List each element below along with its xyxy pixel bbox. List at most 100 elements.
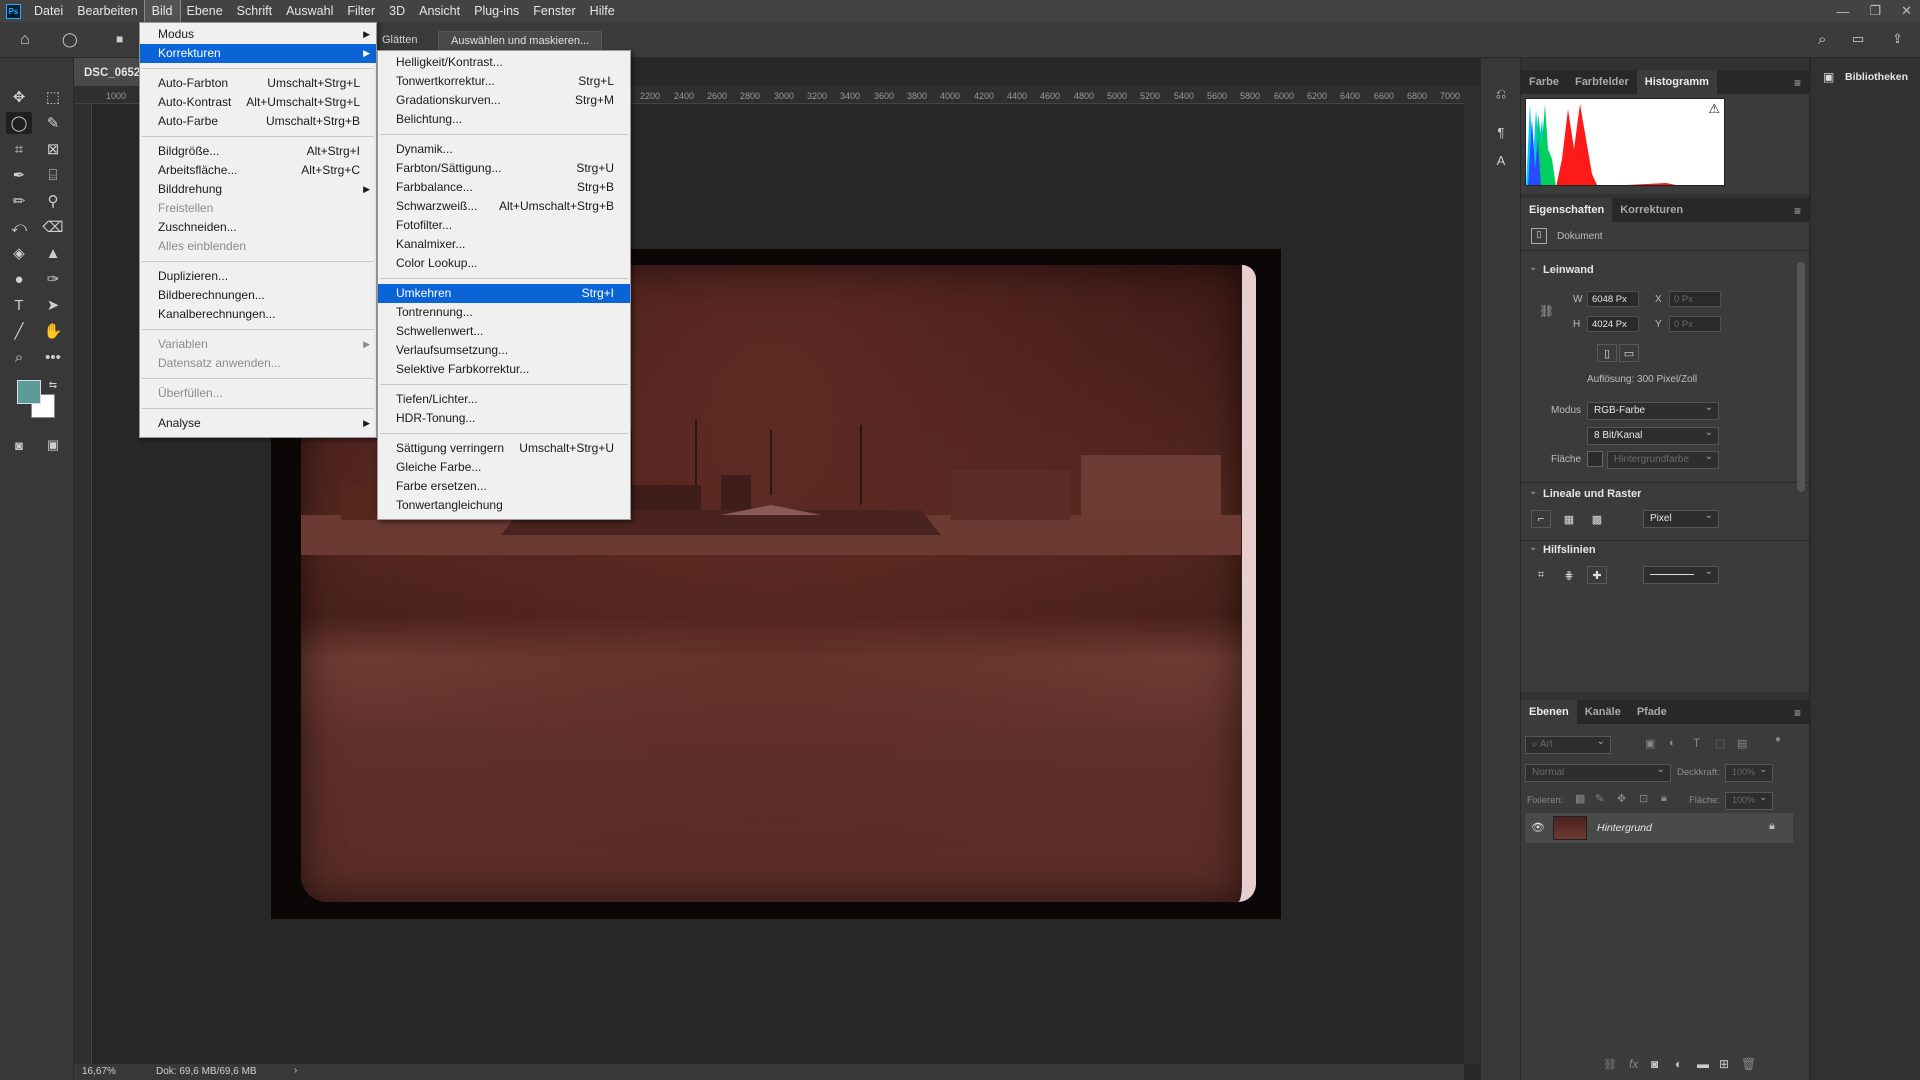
search-icon[interactable]: ⌕ [1818, 31, 1826, 48]
layer-name[interactable]: Hintergrund [1597, 822, 1652, 834]
canvas-section-title[interactable]: Leinwand [1543, 264, 1594, 276]
guides-toggle-icon[interactable]: ⌗ [1531, 566, 1551, 584]
libraries-title[interactable]: Bibliotheken [1845, 71, 1908, 83]
lock-pixels-icon[interactable]: ✎ [1595, 792, 1604, 805]
dodge-tool-icon[interactable]: ● [6, 268, 32, 290]
menu-hilfe[interactable]: Hilfe [583, 0, 622, 22]
histogram-warning-icon[interactable]: ⚠ [1708, 101, 1720, 117]
menu-item-verlaufsumsetzung[interactable]: Verlaufsumsetzung... [378, 341, 630, 360]
chevron-down-icon[interactable]: ⌄ [1529, 486, 1537, 497]
delete-layer-icon[interactable]: 🗑︎ [1741, 1057, 1756, 1071]
menu-3d[interactable]: 3D [382, 0, 412, 22]
quick-mask-icon[interactable]: ◙ [6, 434, 32, 456]
bit-depth-select[interactable]: 8 Bit/Kanal [1587, 427, 1719, 445]
menu-ansicht[interactable]: Ansicht [412, 0, 467, 22]
color-mode-select[interactable]: RGB-Farbe [1587, 402, 1719, 420]
menu-item-farbton-saettigung[interactable]: Farbton/Sättigung... Strg+U [378, 159, 630, 178]
menu-item-auto-farbe[interactable]: Auto-Farbe Umschalt+Strg+B [140, 112, 376, 131]
filter-adjustment-icon[interactable]: ◐ [1669, 737, 1676, 749]
lasso-tool-icon[interactable]: ◯ [6, 112, 32, 134]
eraser-tool-icon[interactable]: ⌫ [40, 216, 66, 238]
new-guide-icon[interactable]: ✚ [1587, 566, 1607, 584]
menu-item-selektive-farbkorrektur[interactable]: Selektive Farbkorrektur... [378, 360, 630, 379]
history-brush-icon[interactable]: ⤺ [6, 216, 32, 238]
brush-tool-icon[interactable]: ✏ [6, 190, 32, 212]
menu-item-analyse[interactable]: Analyse ▶ [140, 414, 376, 433]
panel-menu-icon[interactable]: ≡ [1794, 76, 1801, 90]
menu-filter[interactable]: Filter [340, 0, 382, 22]
more-tools-icon[interactable]: ••• [40, 346, 66, 368]
menu-fenster[interactable]: Fenster [526, 0, 582, 22]
libraries-icon[interactable]: ▣ [1823, 70, 1834, 84]
menu-item-kanalmixer[interactable]: Kanalmixer... [378, 235, 630, 254]
history-panel-icon[interactable]: ⎌ [1491, 84, 1511, 104]
menu-item-fotofilter[interactable]: Fotofilter... [378, 216, 630, 235]
link-layers-icon[interactable]: ⛓ [1603, 1058, 1617, 1071]
menu-item-umkehren[interactable]: Umkehren Strg+I [378, 284, 630, 303]
pen-tool-icon[interactable]: ✑ [40, 268, 66, 290]
menu-schrift[interactable]: Schrift [230, 0, 279, 22]
lock-artboard-icon[interactable]: ⊡ [1639, 792, 1648, 805]
width-field[interactable]: 6048 Px [1587, 291, 1639, 307]
workspace-icon[interactable]: ▭ [1852, 31, 1864, 47]
paragraph-panel-icon[interactable]: ¶ [1491, 122, 1511, 142]
zoom-tool-icon[interactable]: ⌕ [6, 346, 32, 368]
ruler-tool-icon[interactable]: ⌸ [40, 164, 66, 186]
menu-auswahl[interactable]: Auswahl [279, 0, 340, 22]
new-selection-icon[interactable]: ■ [116, 32, 123, 46]
tab-eigenschaften[interactable]: Eigenschaften [1521, 198, 1613, 222]
smooth-label[interactable]: Glätten [382, 34, 417, 46]
fill-color-swatch[interactable] [1587, 451, 1603, 467]
menu-item-bilddrehung[interactable]: Bilddrehung ▶ [140, 180, 376, 199]
menu-item-hdr-tonung[interactable]: HDR-Tonung... [378, 409, 630, 428]
guide-layout-icon[interactable]: ⋕ [1559, 566, 1579, 584]
menu-item-korrekturen[interactable]: Korrekturen ▶ [140, 44, 376, 63]
share-icon[interactable]: ⇪ [1892, 31, 1903, 47]
menu-item-helligkeit-kontrast[interactable]: Helligkeit/Kontrast... [378, 53, 630, 72]
menu-item-bildgroesse[interactable]: Bildgröße... Alt+Strg+I [140, 142, 376, 161]
menu-item-belichtung[interactable]: Belichtung... [378, 110, 630, 129]
eyedropper-icon[interactable]: ✒ [6, 164, 32, 186]
chevron-down-icon[interactable]: ⌄ [1529, 542, 1537, 553]
blend-mode-select[interactable]: Normal [1525, 764, 1671, 782]
frame-tool-icon[interactable]: ⊠ [40, 138, 66, 160]
pixel-grid-toggle-icon[interactable]: ▩ [1587, 510, 1607, 528]
fill-field[interactable]: 100% [1725, 792, 1773, 810]
portrait-orientation-icon[interactable]: ▯ [1597, 344, 1617, 362]
panel-menu-icon[interactable]: ≡ [1794, 204, 1801, 218]
chevron-right-icon[interactable]: › [294, 1065, 297, 1076]
lock-transparent-icon[interactable]: ▩ [1575, 792, 1585, 805]
add-mask-icon[interactable]: ◙ [1651, 1057, 1658, 1071]
sharpen-tool-icon[interactable]: ▲ [40, 242, 66, 264]
layer-filter-select[interactable]: ⌕ Art [1525, 736, 1611, 754]
type-tool-icon[interactable]: T [6, 294, 32, 316]
new-group-icon[interactable]: ▬ [1697, 1057, 1709, 1071]
panel-menu-icon[interactable]: ≡ [1794, 706, 1801, 720]
new-layer-icon[interactable]: ⊞ [1719, 1057, 1729, 1071]
guide-style-select[interactable] [1643, 566, 1719, 584]
menu-item-bildberechnungen[interactable]: Bildberechnungen... [140, 286, 376, 305]
menu-item-gradationskurven[interactable]: Gradationskurven... Strg+M [378, 91, 630, 110]
menu-item-schwarzweiss[interactable]: Schwarzweiß... Alt+Umschalt+Strg+B [378, 197, 630, 216]
menu-bild[interactable]: Bild [143, 0, 181, 23]
character-panel-icon[interactable]: A [1491, 150, 1511, 170]
paint-bucket-icon[interactable]: ◈ [6, 242, 32, 264]
fill-select[interactable]: Hintergrundfarbe [1607, 451, 1719, 469]
tab-histogramm[interactable]: Histogramm [1636, 70, 1717, 94]
tab-kanaele[interactable]: Kanäle [1577, 700, 1629, 724]
foreground-color-swatch[interactable] [17, 380, 41, 404]
landscape-orientation-icon[interactable]: ▭ [1619, 344, 1639, 362]
visibility-eye-icon[interactable]: 👁︎ [1531, 821, 1545, 834]
menu-item-tiefen-lichter[interactable]: Tiefen/Lichter... [378, 390, 630, 409]
lasso-tool-icon[interactable]: ◯ [62, 31, 78, 48]
menu-item-gleiche-farbe[interactable]: Gleiche Farbe... [378, 458, 630, 477]
menu-item-kanalberechnungen[interactable]: Kanalberechnungen... [140, 305, 376, 324]
menu-plugins[interactable]: Plug-ins [467, 0, 526, 22]
tab-ebenen[interactable]: Ebenen [1521, 700, 1577, 724]
opacity-field[interactable]: 100% [1725, 764, 1773, 782]
filter-type-icon[interactable]: T [1693, 736, 1700, 750]
lock-position-icon[interactable]: ✥ [1617, 792, 1626, 805]
lock-icon[interactable]: 🔒︎ [1769, 820, 1775, 833]
menu-item-dynamik[interactable]: Dynamik... [378, 140, 630, 159]
tab-farbe[interactable]: Farbe [1521, 70, 1567, 94]
